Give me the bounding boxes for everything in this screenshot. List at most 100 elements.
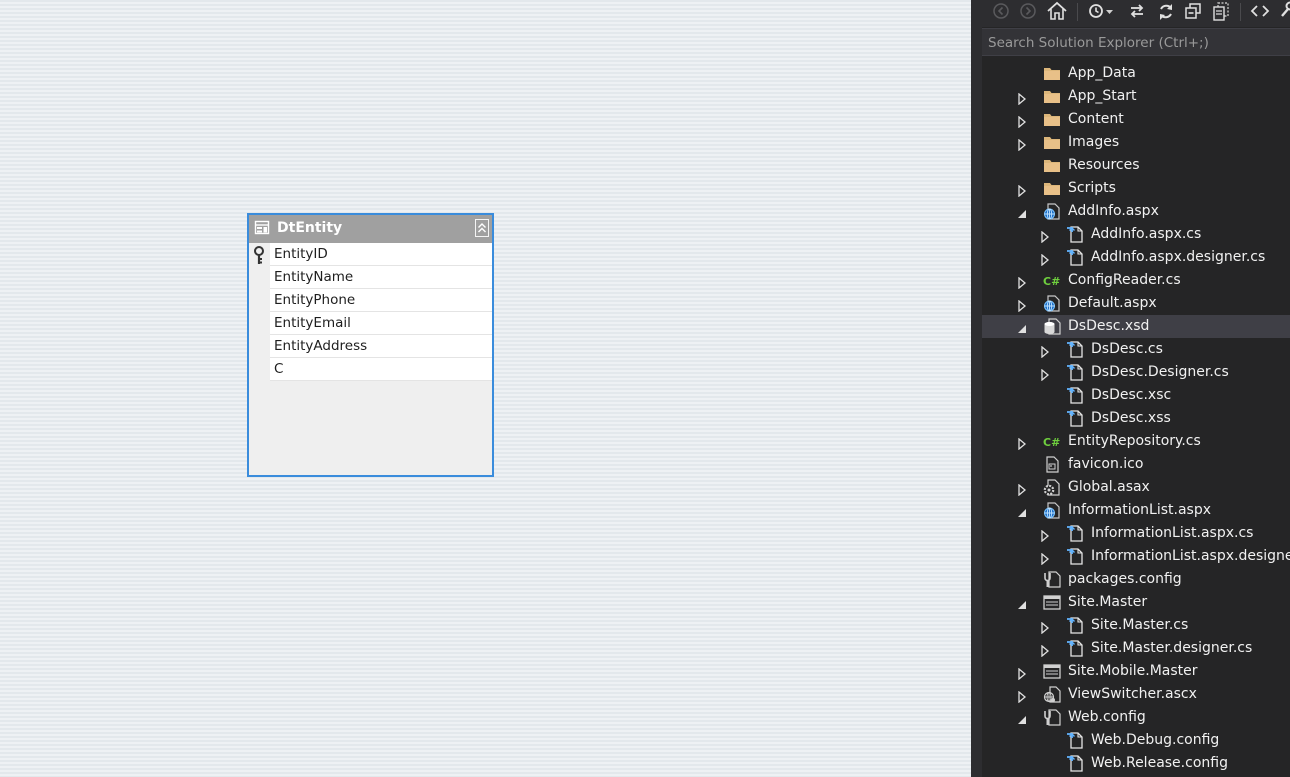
code-file-icon [1066, 249, 1084, 266]
forward-icon[interactable] [1019, 0, 1037, 24]
tree-item-label: Site.Master.designer.cs [1091, 640, 1253, 656]
tree-item[interactable]: AddInfo.aspx.cs [982, 223, 1290, 246]
tree-item[interactable]: Web.Debug.config [982, 729, 1290, 752]
collapsed-arrow-icon[interactable] [1039, 366, 1051, 382]
column-row[interactable]: EntityEmail [270, 312, 492, 335]
back-icon[interactable] [992, 0, 1010, 24]
tree-item-label: Images [1068, 134, 1120, 150]
code-file-icon [1066, 364, 1084, 381]
tree-item[interactable]: Content [982, 108, 1290, 131]
datatable-icon [254, 220, 270, 235]
toolbar-separator [1240, 3, 1241, 21]
tree-item-label: Site.Mobile.Master [1068, 663, 1198, 679]
collapsed-arrow-icon[interactable] [1039, 619, 1051, 635]
master-page-icon [1043, 594, 1061, 611]
show-all-files-icon[interactable] [1212, 0, 1230, 24]
tree-item[interactable]: DsDesc.Designer.cs [982, 361, 1290, 384]
collapsed-arrow-icon[interactable] [1039, 550, 1051, 566]
tree-item-label: EntityRepository.cs [1068, 433, 1201, 449]
tree-item[interactable]: Site.Master.cs [982, 614, 1290, 637]
dropdown-arrow-icon[interactable] [1105, 0, 1115, 24]
config-icon [1043, 571, 1061, 588]
tree-item[interactable]: C# ConfigReader.cs [982, 269, 1290, 292]
expanded-arrow-icon[interactable] [1016, 205, 1028, 218]
tree-item-label: AddInfo.aspx [1068, 203, 1159, 219]
refresh-icon[interactable] [1157, 0, 1175, 24]
column-row[interactable]: EntityID [270, 243, 492, 266]
tree-item[interactable]: Site.Mobile.Master [982, 660, 1290, 683]
code-file-icon [1066, 341, 1084, 358]
tree-item[interactable]: AddInfo.aspx.designer.cs [982, 246, 1290, 269]
tree-item[interactable]: favicon.ico [982, 453, 1290, 476]
tree-item[interactable]: DsDesc.xsd [982, 315, 1290, 338]
tree-item-label: favicon.ico [1068, 456, 1144, 472]
tree-item-label: App_Start [1068, 88, 1137, 104]
image-file-icon [1043, 456, 1061, 473]
collapsed-arrow-icon[interactable] [1016, 688, 1028, 704]
datatable-header[interactable]: DtEntity [249, 215, 492, 243]
collapsed-arrow-icon[interactable] [1016, 297, 1028, 313]
collapsed-arrow-icon[interactable] [1016, 481, 1028, 497]
collapsed-arrow-icon[interactable] [1016, 665, 1028, 681]
tree-item[interactable]: InformationList.aspx.designer.cs [982, 545, 1290, 568]
tree-item[interactable]: InformationList.aspx.cs [982, 522, 1290, 545]
code-file-icon [1066, 755, 1084, 772]
tree-item[interactable]: Site.Master [982, 591, 1290, 614]
collapsed-arrow-icon[interactable] [1016, 435, 1028, 451]
pending-changes-icon[interactable] [1087, 0, 1105, 24]
collapsed-arrow-icon[interactable] [1016, 90, 1028, 106]
tree-item[interactable]: Scripts [982, 177, 1290, 200]
collapsed-arrow-icon[interactable] [1039, 228, 1051, 244]
tree-item-label: DsDesc.cs [1091, 341, 1163, 357]
expanded-arrow-icon[interactable] [1016, 596, 1028, 609]
dataset-designer-canvas[interactable]: DtEntity EntityID EntityName EntityPhone En… [0, 0, 971, 777]
collapsed-arrow-icon[interactable] [1016, 182, 1028, 198]
properties-icon[interactable] [1280, 0, 1290, 24]
panel-splitter[interactable] [971, 0, 982, 777]
column-row[interactable]: EntityPhone [270, 289, 492, 312]
collapsed-arrow-icon[interactable] [1016, 113, 1028, 129]
tree-item[interactable]: DsDesc.xss [982, 407, 1290, 430]
tree-item[interactable]: Images [982, 131, 1290, 154]
tree-item[interactable]: DsDesc.cs [982, 338, 1290, 361]
tree-item[interactable]: C# EntityRepository.cs [982, 430, 1290, 453]
column-row[interactable]: EntityAddress [270, 335, 492, 358]
expanded-arrow-icon[interactable] [1016, 320, 1028, 333]
collapsed-arrow-icon[interactable] [1039, 527, 1051, 543]
tree-item[interactable]: AddInfo.aspx [982, 200, 1290, 223]
search-input[interactable] [982, 29, 1290, 57]
collapsed-arrow-icon[interactable] [1016, 274, 1028, 290]
sync-icon[interactable] [1128, 0, 1146, 24]
tree-item[interactable]: Default.aspx [982, 292, 1290, 315]
expanded-arrow-icon[interactable] [1016, 504, 1028, 517]
collapsed-arrow-icon[interactable] [1039, 642, 1051, 658]
tree-item[interactable]: ViewSwitcher.ascx [982, 683, 1290, 706]
tree-item[interactable]: Web.config [982, 706, 1290, 729]
tree-item-label: Web.Debug.config [1091, 732, 1220, 748]
expanded-arrow-icon[interactable] [1016, 711, 1028, 724]
tree-item[interactable]: Web.Release.config [982, 752, 1290, 775]
collapsed-arrow-icon[interactable] [1039, 251, 1051, 267]
tree-item[interactable]: Resources [982, 154, 1290, 177]
tree-item[interactable]: Global.asax [982, 476, 1290, 499]
web-page-icon [1043, 502, 1061, 519]
tree-item-label: App_Data [1068, 65, 1136, 81]
tree-item[interactable]: DsDesc.xsc [982, 384, 1290, 407]
collapsed-arrow-icon[interactable] [1039, 343, 1051, 359]
tree-item[interactable]: Site.Master.designer.cs [982, 637, 1290, 660]
column-row[interactable]: EntityName [270, 266, 492, 289]
collapse-all-icon[interactable] [1184, 0, 1202, 24]
tree-item[interactable]: InformationList.aspx [982, 499, 1290, 522]
tree-item[interactable]: packages.config [982, 568, 1290, 591]
column-row[interactable]: C [270, 358, 492, 381]
tree-item[interactable]: App_Data [982, 62, 1290, 85]
home-icon[interactable] [1046, 0, 1068, 24]
tree-item-label: InformationList.aspx [1068, 502, 1212, 518]
search-box[interactable] [982, 28, 1290, 57]
view-code-icon[interactable] [1250, 0, 1270, 24]
datatable-title: DtEntity [277, 220, 343, 236]
collapse-toggle-button[interactable] [475, 219, 489, 237]
collapsed-arrow-icon[interactable] [1016, 136, 1028, 152]
tree-item[interactable]: App_Start [982, 85, 1290, 108]
datatable-dtentity[interactable]: DtEntity EntityID EntityName EntityPhone En… [247, 213, 494, 477]
